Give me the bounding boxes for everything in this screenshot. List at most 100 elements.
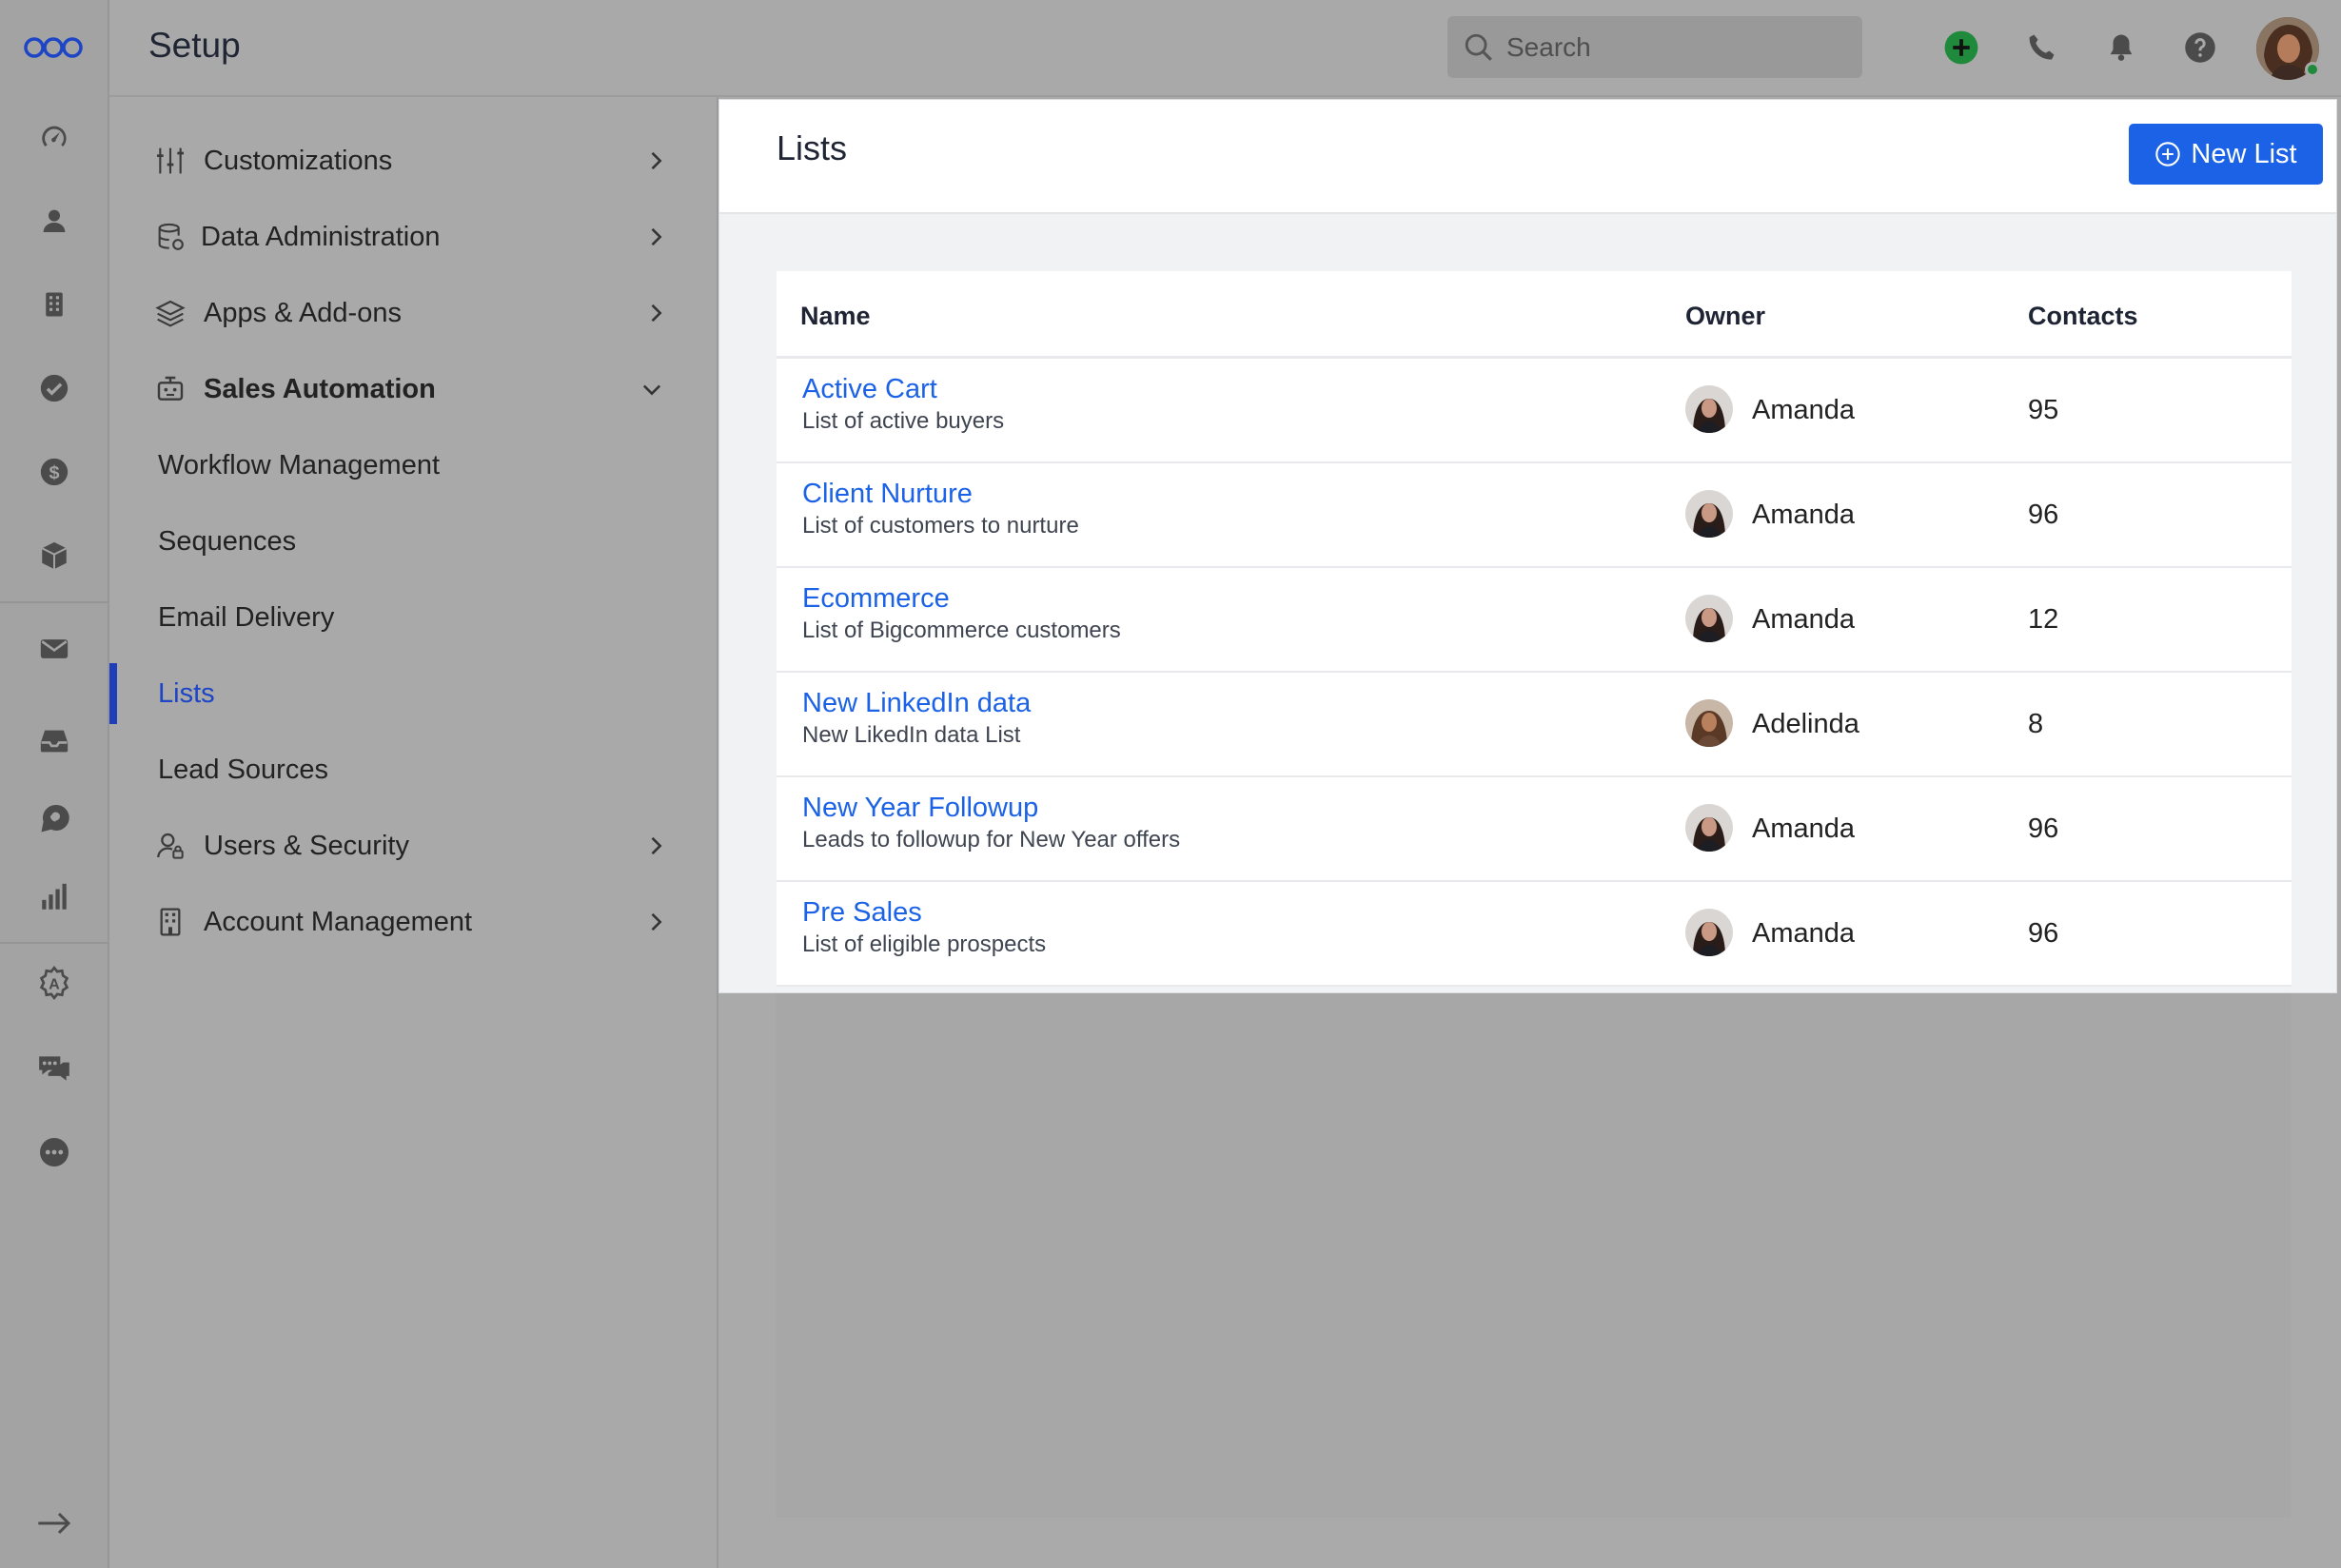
column-header-contacts[interactable]: Contacts — [2028, 302, 2138, 331]
sidebar-item-label: Workflow Management — [158, 449, 441, 480]
list-name-link[interactable]: Client Nurture — [802, 479, 973, 510]
bell-icon[interactable] — [2100, 27, 2142, 69]
chat-icon[interactable] — [32, 797, 76, 841]
phone-icon[interactable] — [2020, 27, 2062, 69]
new-list-button[interactable]: New List — [2129, 124, 2323, 185]
company-icon[interactable] — [32, 283, 76, 326]
sidebar-item-users-security[interactable]: Users & Security — [109, 810, 718, 882]
list-name-link[interactable]: Pre Sales — [802, 897, 922, 929]
contacts-count: 96 — [2028, 813, 2059, 844]
content-overlay — [776, 990, 2291, 1518]
list-name-link[interactable]: Ecommerce — [802, 583, 950, 615]
contacts-icon[interactable] — [32, 199, 76, 243]
list-description: New LikedIn data List — [802, 722, 1021, 748]
sidebar-item-lead-sources[interactable]: Lead Sources — [109, 734, 718, 806]
list-name-link[interactable]: New LinkedIn data — [802, 688, 1031, 719]
chevron-right-icon — [651, 227, 662, 246]
online-status-badge — [2305, 62, 2320, 77]
sidebar-item-label: Apps & Add-ons — [204, 297, 402, 328]
sidebar-item-label: Lead Sources — [158, 754, 328, 785]
top-bar: Setup — [109, 0, 2341, 97]
rail-divider — [0, 942, 109, 944]
list-name-link[interactable]: New Year Followup — [802, 793, 1038, 824]
owner-avatar — [1685, 595, 1733, 642]
table-header: Name Owner Contacts — [777, 271, 2292, 359]
plus-circle-icon — [2155, 142, 2181, 167]
owner-name: Amanda — [1752, 395, 1856, 425]
deals-icon[interactable]: $ — [32, 450, 76, 494]
owner-name: Amanda — [1752, 918, 1856, 949]
dashboard-icon[interactable] — [32, 115, 76, 159]
sidebar-item-lists[interactable]: Lists — [109, 657, 718, 730]
table-row[interactable]: Client Nurture List of customers to nurt… — [777, 463, 2292, 568]
chevron-right-icon — [651, 151, 662, 170]
chevron-right-icon — [651, 912, 662, 931]
owner-name: Amanda — [1752, 813, 1856, 844]
sliders-icon — [157, 147, 184, 174]
database-icon — [158, 223, 184, 250]
new-list-button-label: New List — [2191, 138, 2297, 169]
contacts-count: 95 — [2028, 395, 2059, 425]
sidebar-item-apps-add-ons[interactable]: Apps & Add-ons — [109, 277, 718, 349]
list-description: Leads to followup for New Year offers — [802, 827, 1181, 853]
owner-name: Amanda — [1752, 500, 1856, 530]
owner-avatar — [1685, 385, 1733, 433]
contacts-count: 96 — [2028, 918, 2059, 949]
rail-divider — [0, 601, 109, 603]
expand-sidebar-icon[interactable] — [32, 1501, 76, 1545]
owner-name: Amanda — [1752, 604, 1856, 635]
search-icon — [1465, 33, 1492, 61]
panel-title: Lists — [777, 128, 848, 167]
sidebar-item-workflow-management[interactable]: Workflow Management — [109, 429, 718, 501]
column-header-name[interactable]: Name — [800, 302, 871, 331]
user-lock-icon — [157, 833, 184, 859]
building-icon — [160, 908, 181, 936]
column-header-owner[interactable]: Owner — [1685, 302, 1765, 331]
setup-sidebar: Customizations Data Administration Apps … — [109, 97, 718, 1568]
sidebar-item-sales-automation[interactable]: Sales Automation — [109, 353, 718, 425]
sidebar-item-label: Sales Automation — [204, 373, 436, 404]
email-icon[interactable] — [32, 627, 76, 671]
reports-icon[interactable] — [32, 875, 76, 919]
inbox-icon[interactable] — [32, 719, 76, 763]
list-description: List of customers to nurture — [802, 513, 1079, 539]
sidebar-item-label: Users & Security — [204, 830, 409, 861]
sidebar-item-email-delivery[interactable]: Email Delivery — [109, 581, 718, 654]
owner-avatar — [1685, 909, 1733, 956]
more-icon[interactable] — [32, 1130, 76, 1174]
table-row[interactable]: New Year Followup Leads to followup for … — [777, 777, 2292, 882]
list-description: List of active buyers — [802, 408, 1005, 434]
app-logo-icon[interactable] — [21, 29, 86, 67]
automation-icon[interactable]: A — [32, 961, 76, 1005]
add-circle-icon[interactable] — [1940, 27, 1982, 69]
robot-icon — [157, 376, 184, 401]
sidebar-item-data-administration[interactable]: Data Administration — [109, 201, 718, 273]
sidebar-item-customizations[interactable]: Customizations — [109, 125, 718, 197]
products-icon[interactable] — [32, 534, 76, 578]
table-row[interactable]: New LinkedIn data New LikedIn data List … — [777, 673, 2292, 777]
owner-avatar — [1685, 699, 1733, 747]
list-description: List of eligible prospects — [802, 931, 1047, 957]
help-icon[interactable] — [2179, 27, 2221, 69]
messages-icon[interactable] — [32, 1047, 76, 1090]
table-row[interactable]: Active Cart List of active buyers Amanda… — [777, 359, 2292, 463]
search-input[interactable] — [1506, 31, 1849, 63]
table-row[interactable]: Pre Sales List of eligible prospects Ama… — [777, 882, 2292, 987]
tasks-icon[interactable] — [32, 366, 76, 410]
owner-avatar — [1685, 490, 1733, 538]
sidebar-item-sequences[interactable]: Sequences — [109, 505, 718, 578]
contacts-count: 12 — [2028, 604, 2059, 635]
app-rail: $ A — [0, 0, 109, 1568]
user-avatar[interactable] — [2256, 17, 2320, 80]
table-row[interactable]: Ecommerce List of Bigcommerce customers … — [777, 568, 2292, 673]
contacts-count: 8 — [2028, 709, 2044, 739]
sidebar-item-label: Data Administration — [201, 221, 441, 252]
owner-name: Adelinda — [1752, 709, 1859, 739]
search-box[interactable] — [1447, 16, 1862, 78]
contacts-count: 96 — [2028, 500, 2059, 530]
list-name-link[interactable]: Active Cart — [802, 374, 937, 405]
layers-icon — [155, 300, 186, 327]
svg-text:A: A — [49, 976, 60, 992]
lists-table: Name Owner Contacts Active Cart List of … — [777, 271, 2292, 987]
sidebar-item-account-management[interactable]: Account Management — [109, 886, 718, 958]
